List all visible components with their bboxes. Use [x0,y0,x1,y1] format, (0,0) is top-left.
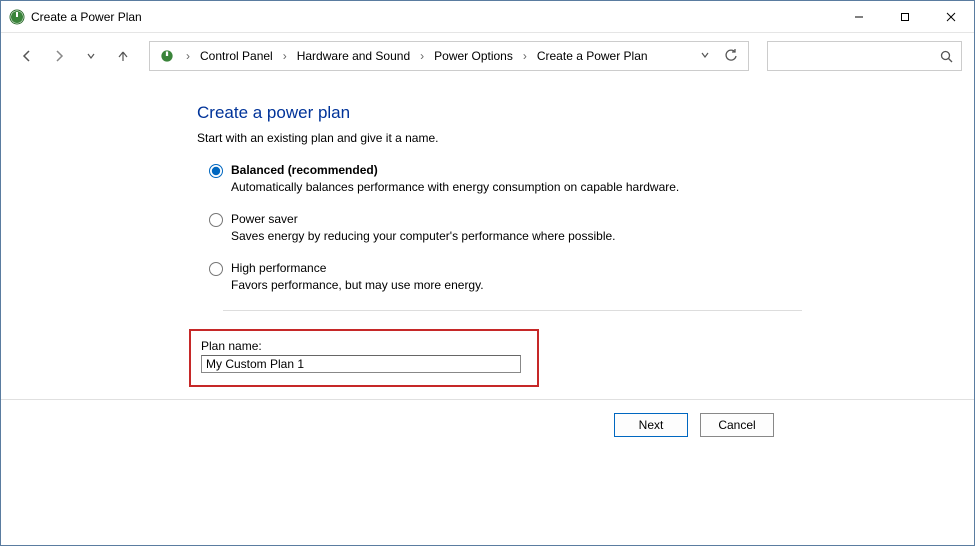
page-subtitle: Start with an existing plan and give it … [197,131,802,145]
window-title: Create a Power Plan [31,10,142,24]
maximize-button[interactable] [882,1,928,33]
footer-buttons: Next Cancel [1,400,974,450]
page-title: Create a power plan [197,103,802,123]
breadcrumb-item[interactable]: Hardware and Sound [293,47,414,65]
plan-description: Automatically balances performance with … [231,180,679,194]
chevron-right-icon: › [416,49,428,63]
chevron-right-icon: › [279,49,291,63]
plan-option-balanced[interactable]: Balanced (recommended) Automatically bal… [209,163,802,194]
navigation-row: › Control Panel › Hardware and Sound › P… [1,33,974,79]
refresh-icon[interactable] [718,48,744,65]
plan-label: Balanced (recommended) [231,163,679,177]
breadcrumb-item[interactable]: Power Options [430,47,517,65]
plan-name-label: Plan name: [201,339,527,353]
search-input[interactable] [767,41,962,71]
plan-name-section: Plan name: [189,329,539,387]
breadcrumb[interactable]: › Control Panel › Hardware and Sound › P… [149,41,749,71]
search-icon [940,50,953,63]
plan-option-power-saver[interactable]: Power saver Saves energy by reducing you… [209,212,802,243]
close-button[interactable] [928,1,974,33]
plan-description: Saves energy by reducing your computer's… [231,229,616,243]
chevron-right-icon: › [182,49,194,63]
back-button[interactable] [13,42,41,70]
next-button[interactable]: Next [614,413,688,437]
forward-button[interactable] [45,42,73,70]
breadcrumb-item[interactable]: Control Panel [196,47,277,65]
cancel-button[interactable]: Cancel [700,413,774,437]
chevron-right-icon: › [519,49,531,63]
recent-locations-button[interactable] [77,42,105,70]
plan-label: Power saver [231,212,616,226]
power-plan-icon [9,9,25,25]
plan-radio-group: Balanced (recommended) Automatically bal… [209,163,802,292]
window-controls [836,1,974,33]
titlebar: Create a Power Plan [1,1,974,33]
plan-label: High performance [231,261,484,275]
chevron-down-icon[interactable] [694,49,716,63]
up-button[interactable] [109,42,137,70]
radio-input[interactable] [209,164,223,178]
radio-input[interactable] [209,262,223,276]
breadcrumb-item[interactable]: Create a Power Plan [533,47,652,65]
plan-option-high-performance[interactable]: High performance Favors performance, but… [209,261,802,292]
content-area: Create a power plan Start with an existi… [1,79,974,545]
plan-description: Favors performance, but may use more ene… [231,278,484,292]
radio-input[interactable] [209,213,223,227]
divider [223,310,802,311]
minimize-button[interactable] [836,1,882,33]
plan-name-input[interactable] [201,355,521,373]
control-panel-icon [158,47,176,65]
